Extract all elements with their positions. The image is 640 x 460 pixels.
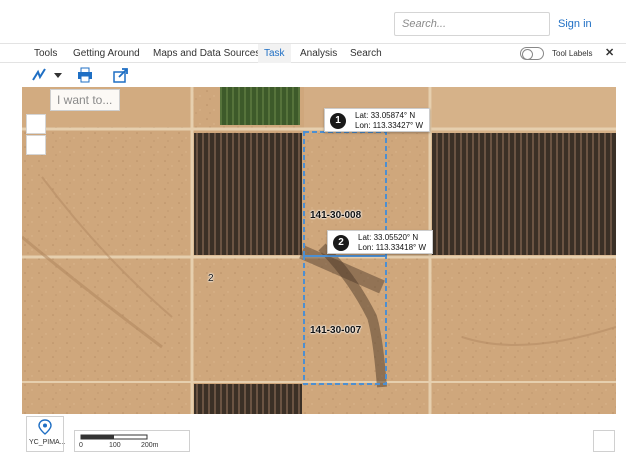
search-input[interactable] xyxy=(395,13,549,35)
dropdown-icon[interactable] xyxy=(50,66,68,84)
marker-number: 1 xyxy=(330,113,346,129)
i-want-to-menu[interactable] xyxy=(50,89,120,111)
draw-line-icon[interactable] xyxy=(30,66,48,84)
tab-getting-around[interactable]: Getting Around xyxy=(73,44,140,63)
tab-analysis[interactable]: Analysis xyxy=(300,44,337,63)
i-want-to-input[interactable] xyxy=(51,90,119,110)
map-footer: YC_PIMA... 0 100 200m xyxy=(0,414,640,460)
tab-maps-and-data-sources[interactable]: Maps and Data Sources xyxy=(153,44,260,63)
sign-in-link[interactable]: Sign in xyxy=(558,18,592,30)
zoom-in-button[interactable] xyxy=(26,114,46,134)
scale-label-100: 100 xyxy=(109,442,121,449)
parcel-label[interactable]: 141-30-007 xyxy=(310,325,361,336)
overview-map-button[interactable] xyxy=(593,430,615,452)
search-box[interactable] xyxy=(394,12,550,36)
aerial-imagery xyxy=(22,87,616,414)
close-toolbar-button[interactable]: ✕ xyxy=(605,44,614,63)
task-toolbar xyxy=(0,64,640,86)
print-icon[interactable] xyxy=(76,66,94,84)
marker-longitude: Lon: 113.33418° W xyxy=(358,243,426,252)
basemap-label: YC_PIMA... xyxy=(29,439,66,446)
marker-latitude: Lat: 33.05874° N xyxy=(355,111,416,120)
zoom-out-button[interactable] xyxy=(26,135,46,155)
scale-bar-graphic xyxy=(80,434,148,440)
parcel-label[interactable]: 141-30-008 xyxy=(310,210,361,221)
scale-label-0: 0 xyxy=(79,442,83,449)
scale-bar: 0 100 200m xyxy=(74,430,190,452)
scale-label-200m: 200m xyxy=(141,442,159,449)
marker-callout-1[interactable]: 1 Lat: 33.05874° N Lon: 113.33427° W xyxy=(324,108,430,132)
basemap-switcher[interactable]: YC_PIMA... xyxy=(26,416,66,452)
top-bar: Sign in xyxy=(0,0,640,42)
map-canvas[interactable] xyxy=(22,87,616,414)
tab-bar: Tools Getting Around Maps and Data Sourc… xyxy=(0,43,626,63)
marker-number: 2 xyxy=(333,235,349,251)
tab-tools[interactable]: Tools xyxy=(34,44,57,63)
map-pin-icon xyxy=(38,419,52,435)
marker-longitude: Lon: 113.33427° W xyxy=(355,121,423,130)
marker-callout-2[interactable]: 2 Lat: 33.05520° N Lon: 113.33418° W xyxy=(327,230,433,254)
tab-search[interactable]: Search xyxy=(350,44,382,63)
lot-number-label: 2 xyxy=(208,273,214,284)
tool-labels-toggle[interactable] xyxy=(520,47,544,60)
tool-labels-label: Tool Labels xyxy=(552,49,593,58)
share-icon[interactable] xyxy=(112,66,130,84)
tab-task[interactable]: Task xyxy=(258,44,291,63)
marker-latitude: Lat: 33.05520° N xyxy=(358,233,419,242)
